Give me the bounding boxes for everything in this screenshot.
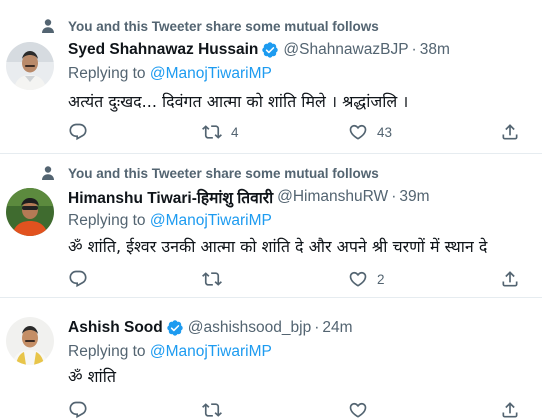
tweet-actions [68,399,528,420]
social-context: You and this Tweeter share some mutual f… [40,17,379,35]
tweet-header: Ashish Sood @ashishsood_bjp · 24m [68,318,353,338]
social-context-text: You and this Tweeter share some mutual f… [68,18,379,34]
tweet-text: ॐ शांति, ईश्वर उनकी आत्मा को शांति दे और… [68,237,488,256]
tweet-2[interactable]: You and this Tweeter share some mutual f… [0,154,542,296]
author-name[interactable]: Ashish Sood [68,319,163,337]
like-button[interactable]: 43 [348,121,392,143]
share-icon [502,124,518,140]
separator-dot: · [411,41,417,58]
like-icon [349,402,367,418]
timestamp[interactable]: 39m [399,188,429,206]
replying-to-prefix: Replying to [68,212,146,229]
avatar-image [6,42,54,90]
like-icon [349,124,367,140]
like-count: 2 [377,271,385,287]
verified-badge-icon [167,320,183,336]
timestamp[interactable]: 38m [420,41,450,59]
like-button[interactable]: 2 [348,268,385,290]
author-handle[interactable]: @ashishsood_bjp [188,319,311,337]
reply-icon [69,270,87,288]
author-handle[interactable]: @ShahnawazBJP [283,41,408,59]
share-icon [502,402,518,418]
replying-to: Replying to @ManojTiwariMP [68,212,272,230]
retweet-icon [202,272,222,286]
tweet-header: Syed Shahnawaz Hussain @ShahnawazBJP · 3… [68,40,450,60]
social-context: You and this Tweeter share some mutual f… [40,164,379,182]
reply-button[interactable] [68,399,97,420]
reply-icon [69,123,87,141]
replying-to-prefix: Replying to [68,343,146,360]
replying-to-mention[interactable]: @ManojTiwariMP [150,343,272,360]
retweet-button[interactable]: 4 [202,121,239,143]
replying-to-mention[interactable]: @ManojTiwariMP [150,65,272,82]
author-name[interactable]: Himanshu Tiwari-हिमांशु तिवारी [68,186,273,208]
retweet-button[interactable] [202,399,231,420]
tweet-text: अत्यंत दुःखद... दिवंगत आत्मा को शांति मि… [68,92,409,111]
replying-to: Replying to @ManojTiwariMP [68,343,272,361]
retweet-button[interactable] [202,268,231,290]
like-icon [349,271,367,287]
tweet-text: ॐ शांति [68,367,116,386]
avatar[interactable] [6,42,54,90]
author-name[interactable]: Syed Shahnawaz Hussain [68,41,258,59]
separator-dot: · [314,319,320,336]
author-handle[interactable]: @HimanshuRW [277,188,388,206]
reply-button[interactable] [68,121,97,143]
share-icon [502,271,518,287]
tweet-1[interactable]: You and this Tweeter share some mutual f… [0,0,542,152]
avatar[interactable] [6,188,54,236]
avatar[interactable] [6,317,54,365]
person-icon [42,166,54,180]
tweet-header: Himanshu Tiwari-हिमांशु तिवारी @Himanshu… [68,187,430,207]
replying-to-mention[interactable]: @ManojTiwariMP [150,212,272,229]
share-button[interactable] [500,399,520,420]
tweet-actions: 2 [68,268,528,290]
tweet-actions: 4 43 [68,121,528,143]
timestamp[interactable]: 24m [322,319,352,337]
like-button[interactable] [348,399,377,420]
verified-badge-icon [262,42,279,58]
tweet-3[interactable]: Ashish Sood @ashishsood_bjp · 24m Replyi… [0,298,542,420]
retweet-icon [202,125,222,139]
replying-to-prefix: Replying to [68,65,146,82]
avatar-image [6,317,54,365]
share-button[interactable] [500,268,520,290]
like-count: 43 [377,124,393,140]
separator-dot: · [391,188,397,205]
reply-icon [69,401,87,419]
share-button[interactable] [500,121,520,143]
replying-to: Replying to @ManojTiwariMP [68,65,272,83]
avatar-image [6,188,54,236]
retweet-count: 4 [231,124,239,140]
reply-button[interactable] [68,268,97,290]
retweet-icon [202,403,222,417]
social-context-text: You and this Tweeter share some mutual f… [68,165,379,181]
person-icon [42,19,54,33]
